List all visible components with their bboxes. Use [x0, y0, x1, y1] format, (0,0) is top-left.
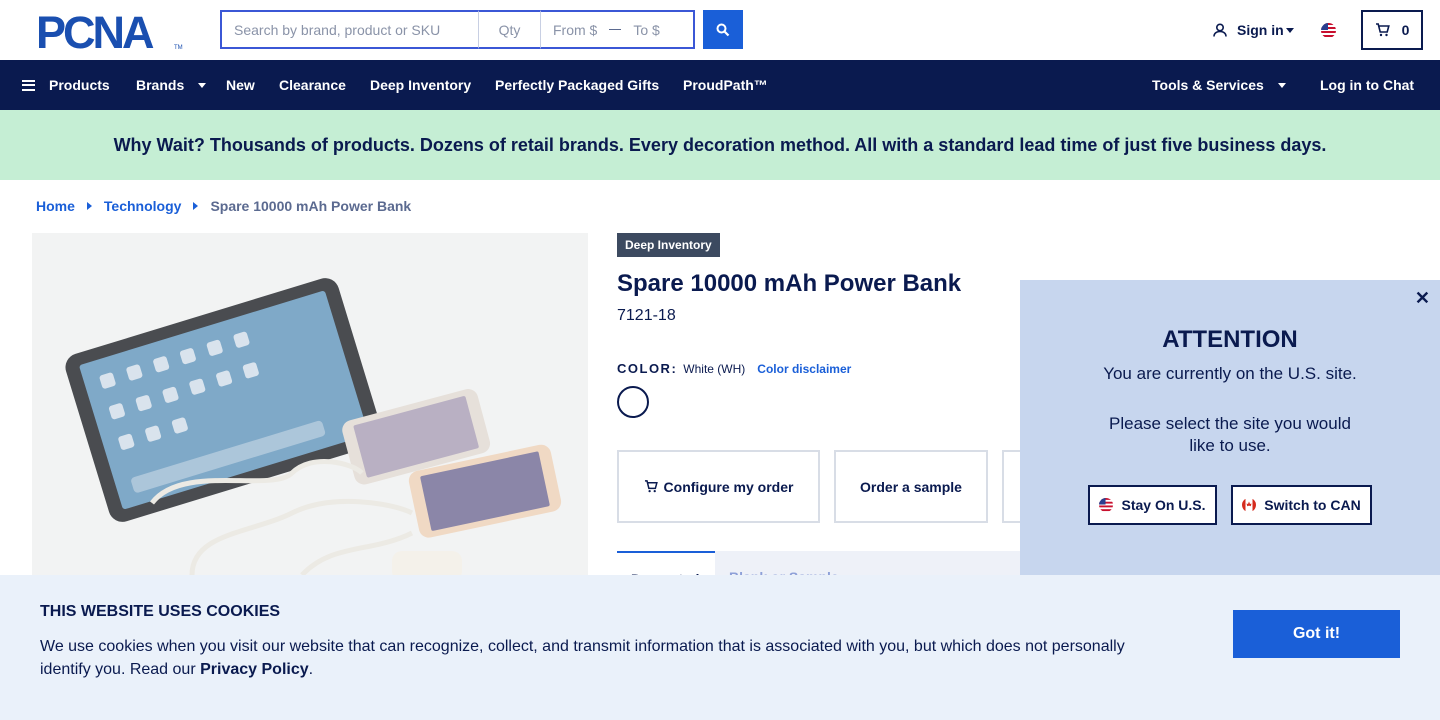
menu-icon: [22, 79, 35, 91]
logo-graphic: PCNA TM: [36, 7, 183, 58]
switch-can-button[interactable]: Switch to CAN: [1231, 485, 1372, 525]
switch-can-label: Switch to CAN: [1264, 497, 1361, 513]
cookie-title: THIS WEBSITE USES COOKIES: [40, 603, 281, 620]
cart-count: 0: [1401, 22, 1410, 38]
search-bar: Search by brand, product or SKU Qty From…: [220, 10, 695, 49]
cart-button[interactable]: 0: [1361, 10, 1423, 50]
modal-title: ATTENTION: [1162, 326, 1298, 353]
promo-banner[interactable]: Why Wait? Thousands of products. Dozens …: [0, 110, 1440, 180]
modal-message: You are currently on the U.S. site.: [1103, 364, 1357, 383]
canada-flag-icon: [1242, 498, 1257, 512]
nav-products-label: Products: [49, 77, 110, 93]
nav-gifts[interactable]: Perfectly Packaged Gifts: [495, 60, 659, 110]
logo-text: PCNA: [36, 12, 154, 50]
chevron-down-icon: [1277, 82, 1286, 88]
accept-cookies-button[interactable]: Got it!: [1233, 610, 1400, 658]
product-sku: 7121-18: [617, 307, 676, 324]
price-range-input[interactable]: From $ To $: [540, 10, 695, 49]
nav-clearance[interactable]: Clearance: [279, 60, 346, 110]
cart-icon: [644, 480, 658, 493]
breadcrumb-technology[interactable]: Technology: [104, 198, 182, 214]
search-button[interactable]: [703, 10, 743, 49]
color-swatch-white[interactable]: [617, 386, 649, 418]
nav-proudpath[interactable]: ProudPath™: [683, 60, 768, 110]
nav-new[interactable]: New: [226, 60, 255, 110]
modal-instruction: Please select the site you would like to…: [1109, 414, 1351, 455]
stay-us-label: Stay On U.S.: [1121, 497, 1206, 513]
order-sample-label: Order a sample: [860, 478, 962, 495]
search-input[interactable]: Search by brand, product or SKU: [220, 10, 478, 49]
svg-text:TM: TM: [174, 45, 183, 50]
configure-order-button[interactable]: Configure my order: [617, 450, 820, 523]
price-from-input[interactable]: From $: [553, 22, 597, 38]
pcna-logo[interactable]: PCNA TM: [36, 7, 184, 58]
breadcrumb-home[interactable]: Home: [36, 198, 75, 214]
qty-input[interactable]: Qty: [478, 10, 540, 49]
color-value: White (WH): [683, 362, 746, 376]
us-flag-icon[interactable]: [1321, 23, 1336, 38]
cookie-period: .: [308, 661, 314, 678]
color-label: COLOR:: [617, 361, 678, 376]
chevron-down-icon: [1285, 27, 1294, 33]
nav-deep-inventory[interactable]: Deep Inventory: [370, 60, 471, 110]
breadcrumb: Home Technology Spare 10000 mAh Power Ba…: [36, 198, 411, 214]
top-header: PCNA TM Search by brand, product or SKU …: [0, 0, 1440, 60]
nav-brands-label: Brands: [136, 77, 185, 93]
sign-in-label: Sign in: [1237, 22, 1284, 38]
search-icon: [716, 23, 730, 36]
close-icon[interactable]: ✕: [1415, 288, 1430, 309]
us-flag-icon: [1099, 498, 1114, 512]
chevron-right-icon: [193, 202, 199, 210]
configure-order-label: Configure my order: [663, 478, 794, 495]
nav-tools-label: Tools & Services: [1152, 77, 1264, 93]
nav-products[interactable]: Products: [22, 60, 110, 110]
cart-icon: [1375, 23, 1390, 37]
color-disclaimer-link[interactable]: Color disclaimer: [757, 362, 851, 376]
site-select-modal: ✕ ATTENTION You are currently on the U.S…: [1020, 280, 1440, 575]
price-to-input[interactable]: To $: [633, 22, 659, 38]
cookie-text: We use cookies when you visit our websit…: [40, 635, 1160, 681]
privacy-policy-link[interactable]: Privacy Policy: [200, 661, 309, 678]
cookie-banner: THIS WEBSITE USES COOKIES We use cookies…: [0, 575, 1440, 720]
breadcrumb-current: Spare 10000 mAh Power Bank: [210, 198, 412, 214]
nav-chat[interactable]: Log in to Chat: [1320, 60, 1414, 110]
main-nav: Products Brands New Clearance Deep Inven…: [0, 60, 1440, 110]
product-image[interactable]: [32, 233, 588, 575]
stay-us-button[interactable]: Stay On U.S.: [1088, 485, 1217, 525]
nav-tools-services[interactable]: Tools & Services: [1152, 60, 1286, 110]
color-selector-label: COLOR: White (WH) Color disclaimer: [617, 361, 851, 376]
product-title: Spare 10000 mAh Power Bank: [617, 270, 962, 297]
product-photo: [65, 278, 562, 575]
deep-inventory-badge: Deep Inventory: [617, 233, 720, 257]
nav-brands[interactable]: Brands: [136, 60, 207, 110]
range-dash: [609, 29, 622, 30]
chevron-down-icon: [198, 82, 207, 88]
order-sample-button[interactable]: Order a sample: [834, 450, 988, 523]
user-icon: [1213, 23, 1227, 37]
sign-in-button[interactable]: Sign in: [1213, 22, 1294, 38]
chevron-right-icon: [86, 202, 92, 210]
